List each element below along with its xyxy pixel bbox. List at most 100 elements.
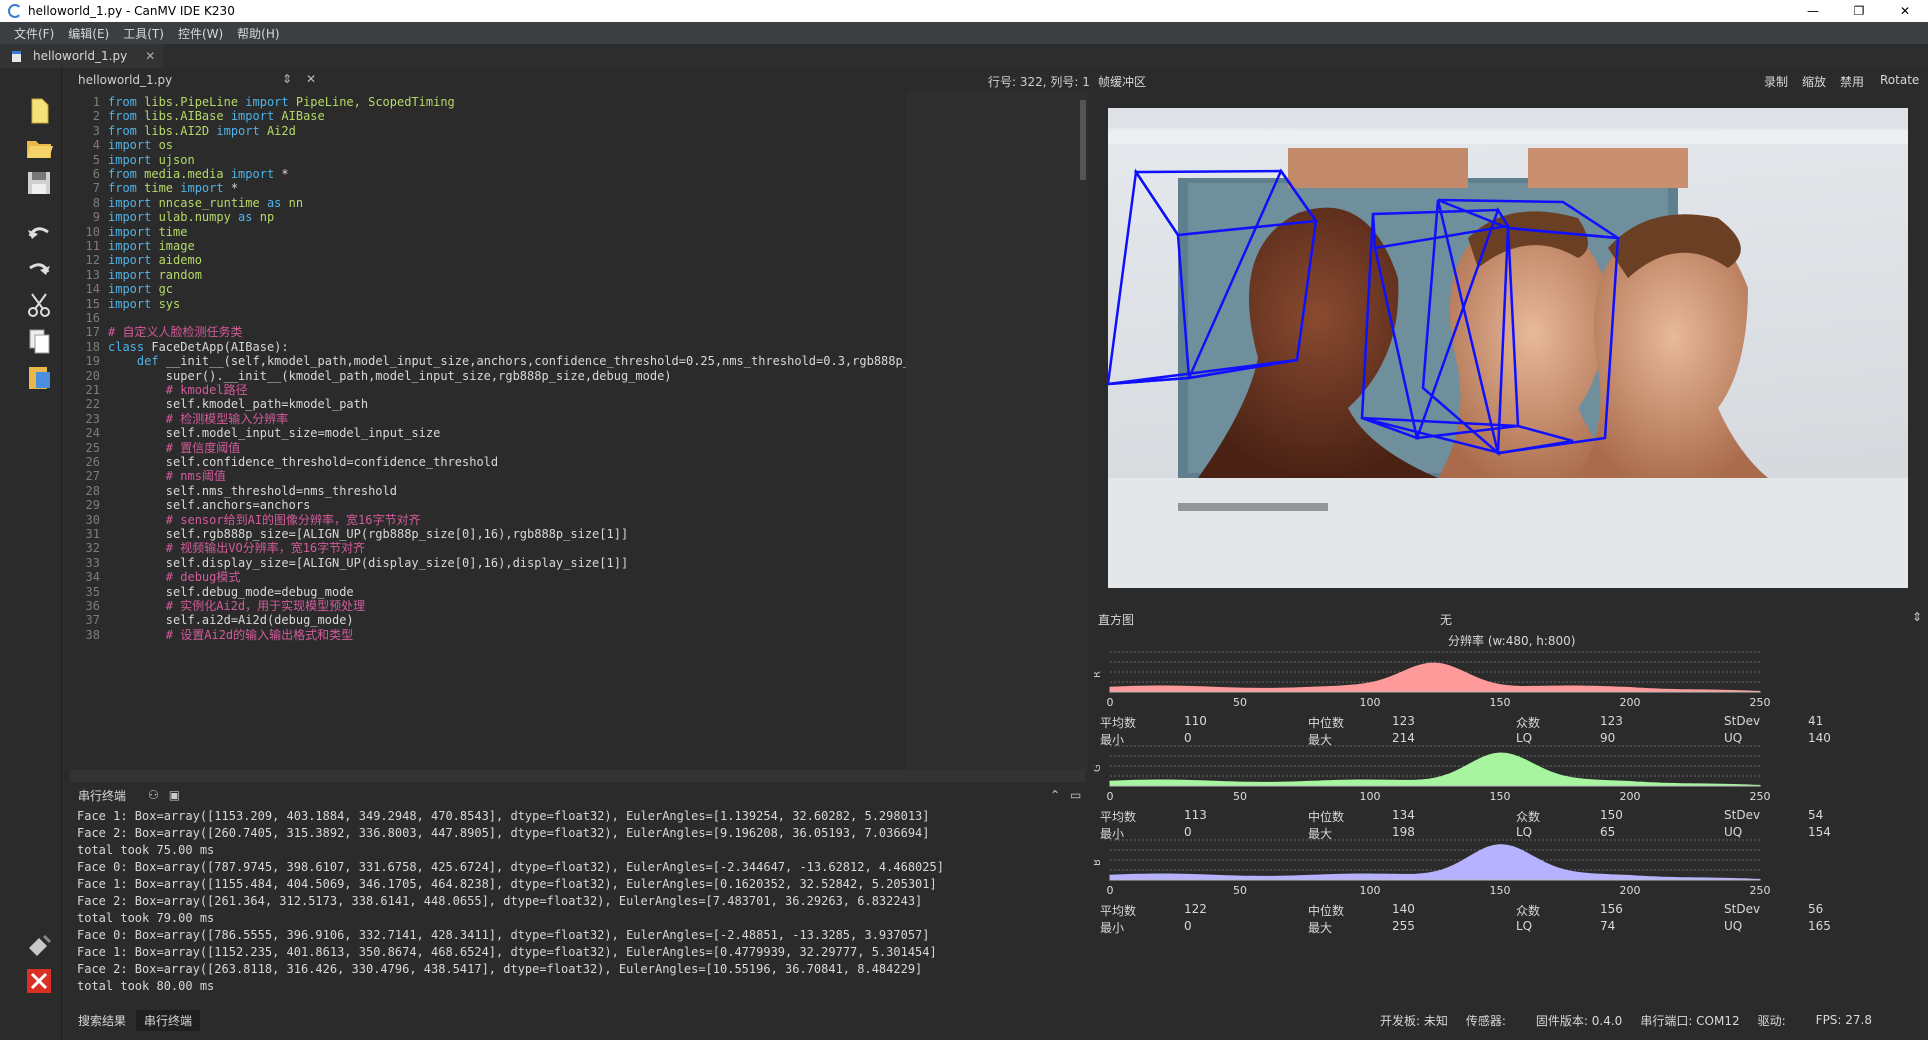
rotate-button[interactable]: Rotate bbox=[1880, 73, 1919, 87]
copy-icon[interactable] bbox=[24, 326, 54, 356]
histogram-stat-label: 众数 bbox=[1516, 904, 1541, 918]
histogram-stat-value: 123 bbox=[1600, 714, 1623, 728]
terminal-save-icon[interactable]: ▣ bbox=[169, 788, 180, 802]
code-token: random bbox=[158, 267, 202, 282]
histogram-r-area bbox=[1109, 662, 1761, 693]
stop-run-icon[interactable] bbox=[24, 966, 54, 996]
histogram-stat-label: 众数 bbox=[1516, 810, 1541, 824]
code-token: # 视频输出VO分辨率，宽16字节对齐 bbox=[108, 541, 366, 556]
menu-file[interactable]: 文件(F) bbox=[14, 25, 54, 42]
histogram-stat-label: 中位数 bbox=[1308, 904, 1345, 918]
histogram-stat-value: 56 bbox=[1808, 902, 1824, 916]
histogram-channel-label: R bbox=[1094, 671, 1103, 678]
histogram-tick-label: 0 bbox=[1107, 790, 1114, 802]
histogram-title: 直方图 bbox=[1098, 613, 1135, 627]
save-icon[interactable] bbox=[24, 168, 54, 198]
histogram-stat-label: 平均数 bbox=[1100, 904, 1137, 918]
code-token: ulab.numpy bbox=[158, 210, 231, 225]
code-token: np bbox=[259, 210, 275, 225]
code-token: self.rgb888p_size=[ALIGN_UP(rgb888p_size… bbox=[108, 527, 629, 541]
serial-output-line: total took 79.00 ms bbox=[77, 911, 215, 925]
histogram-tick-label: 50 bbox=[1233, 884, 1247, 896]
histogram-channel-label: G bbox=[1094, 764, 1103, 772]
code-token: # sensor给到AI的图像分辨率，宽16字节对齐 bbox=[108, 512, 421, 527]
histogram-stat-value: 41 bbox=[1808, 714, 1824, 728]
tab-search-results[interactable]: 搜索结果 bbox=[70, 1010, 134, 1031]
editor-right-margin bbox=[906, 92, 1078, 770]
colorspace-select[interactable]: 无 bbox=[1440, 611, 1452, 628]
editor-vertical-scrollbar[interactable] bbox=[1078, 92, 1088, 770]
code-token: # 实例化Ai2d，用于实现模型预处理 bbox=[108, 599, 366, 613]
line-number: 38 bbox=[85, 627, 100, 642]
code-token: from bbox=[108, 123, 145, 138]
file-tab[interactable]: helloworld_1.py ✕ bbox=[0, 44, 164, 68]
code-token: libs.AIBase bbox=[144, 109, 224, 124]
close-file-icon[interactable]: ✕ bbox=[306, 72, 316, 86]
bottom-tab-bar: 搜索结果 串行终端 bbox=[70, 1008, 1088, 1032]
record-button[interactable]: 录制 bbox=[1764, 73, 1788, 90]
menu-help[interactable]: 帮助(H) bbox=[237, 25, 279, 42]
serial-output-line: Face 1: Box=array([1153.209, 403.1884, 3… bbox=[77, 809, 930, 823]
connect-icon[interactable] bbox=[24, 930, 54, 960]
histogram-tick-label: 150 bbox=[1490, 790, 1511, 802]
file-switch-icon[interactable]: ⇕ bbox=[282, 72, 292, 86]
fps-status: FPS: 27.8 bbox=[1815, 1013, 1873, 1027]
tab-serial-terminal[interactable]: 串行终端 bbox=[136, 1009, 201, 1031]
serial-terminal-title: 串行终端 bbox=[78, 788, 127, 803]
histogram-stat-value: 150 bbox=[1600, 808, 1623, 822]
editor-scroll-thumb[interactable] bbox=[1080, 100, 1086, 180]
histogram-stat-label: 中位数 bbox=[1308, 716, 1345, 730]
histogram-tick-label: 200 bbox=[1620, 884, 1641, 896]
code-token: AIBase bbox=[281, 109, 325, 124]
new-file-icon[interactable] bbox=[24, 96, 54, 126]
code-token: import bbox=[108, 253, 159, 268]
code-token: self.nms_threshold=nms_threshold bbox=[108, 483, 397, 498]
serial-output-line: total took 75.00 ms bbox=[77, 843, 215, 857]
code-token: __init__(self,kmodel_path,model_input_si… bbox=[165, 354, 983, 369]
menu-edit[interactable]: 编辑(E) bbox=[68, 25, 109, 42]
close-tab-icon[interactable]: ✕ bbox=[145, 49, 155, 63]
serial-output-line: total took 80.00 ms bbox=[77, 979, 215, 993]
undo-icon[interactable] bbox=[24, 218, 54, 248]
menu-widgets[interactable]: 控件(W) bbox=[178, 25, 223, 42]
code-token: self.display_size=[ALIGN_UP(display_size… bbox=[108, 555, 629, 570]
code-token: from bbox=[108, 95, 145, 109]
menu-tools[interactable]: 工具(T) bbox=[123, 25, 164, 42]
histogram-stat-value: 156 bbox=[1600, 902, 1623, 916]
code-token: libs.AI2D bbox=[144, 123, 210, 138]
histogram-stat-label: 平均数 bbox=[1100, 716, 1137, 730]
open-folder-icon[interactable] bbox=[24, 132, 54, 162]
close-window-button[interactable]: ✕ bbox=[1882, 0, 1928, 22]
histogram-stat-value: 255 bbox=[1392, 919, 1415, 933]
editor-horizontal-scrollbar[interactable] bbox=[70, 770, 1086, 782]
collapse-panel-icon[interactable]: ⌃ bbox=[1050, 788, 1060, 802]
cut-icon[interactable] bbox=[24, 290, 54, 320]
serial-terminal-output[interactable]: Face 1: Box=array([1153.209, 403.1884, 3… bbox=[70, 808, 1078, 1004]
code-token: from bbox=[108, 181, 145, 196]
code-token: as bbox=[230, 210, 260, 225]
code-token: # kmodel路径 bbox=[108, 383, 248, 397]
code-token: import bbox=[209, 123, 267, 138]
histogram-stat-value: 123 bbox=[1392, 714, 1415, 728]
disable-button[interactable]: 禁用 bbox=[1840, 73, 1864, 90]
histogram-tick-label: 0 bbox=[1107, 884, 1114, 896]
float-panel-icon[interactable]: ▭ bbox=[1070, 788, 1081, 802]
code-token: * bbox=[230, 181, 239, 196]
redo-icon[interactable] bbox=[24, 254, 54, 284]
histogram-stat-label: StDev bbox=[1724, 808, 1761, 822]
code-token: from bbox=[108, 109, 145, 124]
histogram-stat-label: StDev bbox=[1724, 902, 1761, 916]
histogram-tick-label: 250 bbox=[1750, 884, 1771, 896]
app-icon bbox=[8, 4, 22, 18]
paste-icon[interactable] bbox=[24, 362, 54, 392]
maximize-button[interactable]: ❐ bbox=[1836, 0, 1882, 22]
terminal-user-icon[interactable]: ⚇ bbox=[148, 788, 159, 802]
editor-filename[interactable]: helloworld_1.py bbox=[78, 73, 172, 87]
code-token: # nms阈值 bbox=[108, 469, 226, 484]
code-token: gc bbox=[158, 282, 174, 297]
colorspace-dropdown-icon[interactable]: ⇕ bbox=[1912, 610, 1922, 624]
minimize-button[interactable]: — bbox=[1790, 0, 1836, 22]
serial-output-line: Face 2: Box=array([261.364, 312.5173, 33… bbox=[77, 894, 923, 908]
zoom-button[interactable]: 缩放 bbox=[1802, 73, 1826, 90]
code-token: # debug模式 bbox=[108, 570, 241, 585]
